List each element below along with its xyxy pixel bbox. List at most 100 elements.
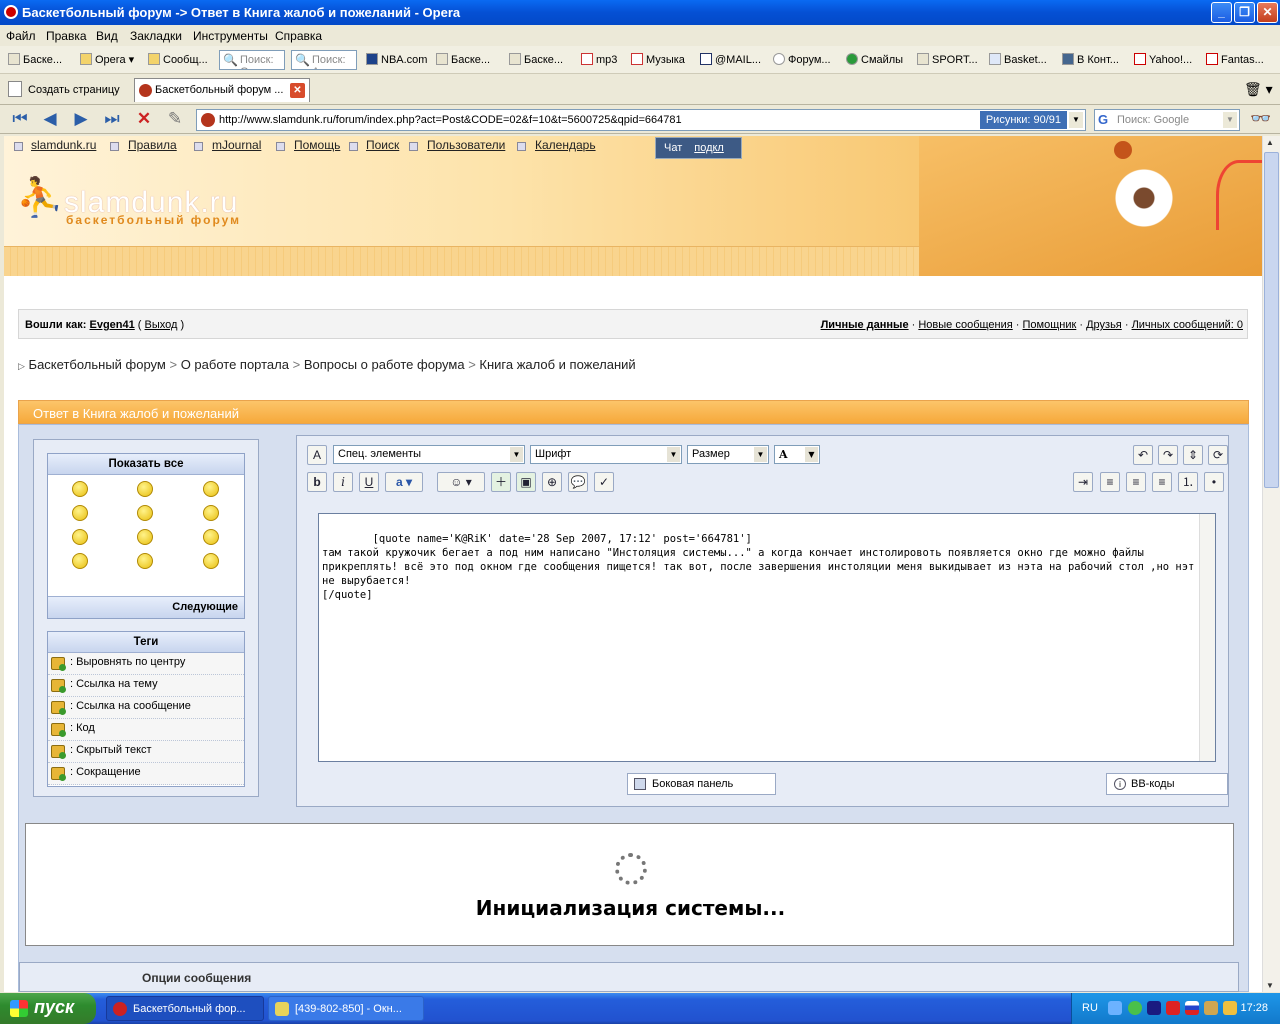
bookmark-item[interactable]: Basket... [989,53,1047,66]
bullet-list-icon[interactable]: • [1204,472,1224,492]
network-icon[interactable] [1204,1001,1218,1015]
link-calendar[interactable]: Календарь [535,138,596,152]
link-messages[interactable]: Личных сообщений: 0 [1132,319,1243,331]
side-panel-button[interactable]: Боковая панель [627,773,776,795]
align-center-icon[interactable]: ≡ [1126,472,1146,492]
italic-icon[interactable]: i [333,472,353,492]
taskbar-item-window[interactable]: [439-802-850] - Окн... [268,996,424,1021]
link-mjournal[interactable]: mJournal [212,138,261,152]
tag-item[interactable]: : Скрытый текст [48,741,244,763]
language-indicator[interactable]: RU [1082,1002,1098,1014]
message-textarea[interactable]: [quote name='K@RiK' date='28 Sep 2007, 1… [318,513,1216,762]
stop-icon[interactable]: ✕ [132,109,156,131]
smiley-icon[interactable] [72,553,88,569]
tag-item[interactable]: : Ссылка на тему [48,675,244,697]
chat-connect-link[interactable]: подкл [694,142,724,154]
link-users[interactable]: Пользователи [427,138,505,152]
smiley-icon[interactable] [203,481,219,497]
media-icon[interactable] [1147,1001,1161,1015]
next-smilies-link[interactable]: Следующие [48,596,244,618]
smiley-icon[interactable] [203,529,219,545]
switch-mode-icon[interactable]: ⟳ [1208,445,1228,465]
link-assistant[interactable]: Помощник [1023,319,1077,331]
bookmark-item[interactable]: В Конт... [1062,53,1119,66]
bookmark-item[interactable]: Баске... [436,53,490,66]
bookmark-item[interactable]: SPORT... [917,53,978,66]
close-button[interactable]: ✕ [1257,2,1278,23]
breadcrumb-item[interactable]: Вопросы о работе форума [304,357,465,372]
breadcrumb-item[interactable]: Баскетбольный форум [29,357,166,372]
smiley-icon[interactable] [137,553,153,569]
bookmark-item[interactable]: Баске... [509,53,563,66]
smiley-icon[interactable] [72,481,88,497]
maximize-button[interactable]: ❐ [1234,2,1255,23]
glasses-icon[interactable]: 👓 [1249,109,1273,131]
link-rules[interactable]: Правила [128,138,177,152]
tag-item[interactable]: : Сокращение [48,763,244,785]
redo-icon[interactable]: ↷ [1158,445,1178,465]
indent-icon[interactable]: ⇥ [1073,472,1093,492]
remove-format-icon[interactable]: A [307,445,327,465]
volume-icon[interactable] [1223,1001,1237,1015]
bookmark-search-ask[interactable]: 🔍Поиск: A [291,50,357,70]
special-elements-select[interactable]: Спец. элементы ▼ [333,445,525,464]
show-all-smilies-link[interactable]: Показать все [48,454,244,475]
rewind-icon[interactable]: ⏮ [8,109,32,131]
underline-icon[interactable]: U [359,472,379,492]
breadcrumb-item[interactable]: О работе портала [181,357,289,372]
start-button[interactable]: пуск [0,993,96,1024]
smiley-icon[interactable] [203,553,219,569]
close-tab-icon[interactable]: ✕ [290,83,305,98]
link-slamdunk[interactable]: slamdunk.ru [31,138,96,152]
menu-file[interactable]: Файл [6,29,36,43]
smiley-icon[interactable] [203,505,219,521]
bookmark-search-google[interactable]: 🔍Поиск: G [219,50,285,70]
size-select[interactable]: Размер ▼ [687,445,769,464]
link-help[interactable]: Помощь [294,138,340,152]
scroll-down-icon[interactable]: ▼ [1266,981,1274,990]
back-icon[interactable]: ◀ [38,109,62,131]
minimize-button[interactable]: _ [1211,2,1232,23]
bookmark-item[interactable]: NBA.com [366,53,427,66]
font-select[interactable]: Шрифт ▼ [530,445,682,464]
link-new-posts[interactable]: Новые сообщения [918,319,1012,331]
fast-forward-icon[interactable]: ⏭ [100,109,124,131]
smiley-icon[interactable] [137,505,153,521]
spellcheck-icon[interactable]: ✓ [594,472,614,492]
chevron-down-icon[interactable]: ▼ [1223,112,1237,128]
resize-icon[interactable]: ⇕ [1183,445,1203,465]
scrollbar-thumb[interactable] [1264,152,1279,488]
bookmark-item[interactable]: Yahoo!... [1134,53,1192,66]
image-icon[interactable]: ▣ [516,472,536,492]
forward-icon[interactable]: ▶ [69,109,93,131]
tab-active[interactable]: Баскетбольный форум ... ✕ [134,78,310,102]
text-color-select[interactable]: A ▼ [774,445,820,464]
bookmark-folder-opera[interactable]: Opera ▾ [80,53,134,66]
bookmark-item[interactable]: Fantas... [1206,53,1264,66]
menu-bookmarks[interactable]: Закладки [130,29,182,43]
search-google-field[interactable]: G Поиск: Google ▼ [1094,109,1240,131]
tag-item[interactable]: : Код [48,719,244,741]
quote-icon[interactable]: 💬 [568,472,588,492]
bookmark-item[interactable]: Музыка [631,53,685,66]
bb-codes-button[interactable]: i BB-коды [1106,773,1228,795]
bold-icon[interactable]: b [307,472,327,492]
link-search[interactable]: Поиск [366,138,399,152]
menu-tools[interactable]: Инструменты [193,29,268,43]
bookmark-item[interactable]: @MAIL... [700,53,761,66]
kaspersky-icon[interactable] [1166,1001,1180,1015]
taskbar-item-opera[interactable]: Баскетбольный фор... [106,996,264,1021]
chevron-down-icon[interactable]: ▼ [1069,112,1083,128]
logout-link[interactable]: Выход [145,319,178,331]
smiley-icon[interactable] [137,529,153,545]
menu-edit[interactable]: Правка [46,29,87,43]
address-field[interactable]: http://www.slamdunk.ru/forum/index.php?a… [196,109,1086,131]
bookmark-item[interactable]: Смайлы [846,53,903,66]
images-counter[interactable]: Рисунки: 90/91 [979,111,1067,129]
smiley-icon[interactable] [137,481,153,497]
flag-icon[interactable] [1185,1001,1199,1015]
new-tab-button[interactable]: Создать страницу [8,81,120,97]
emoticon-icon[interactable]: ☺ ▾ [437,472,485,492]
edit-icon[interactable]: ✎ [163,109,187,131]
attach-icon[interactable]: ＋ [491,472,511,492]
